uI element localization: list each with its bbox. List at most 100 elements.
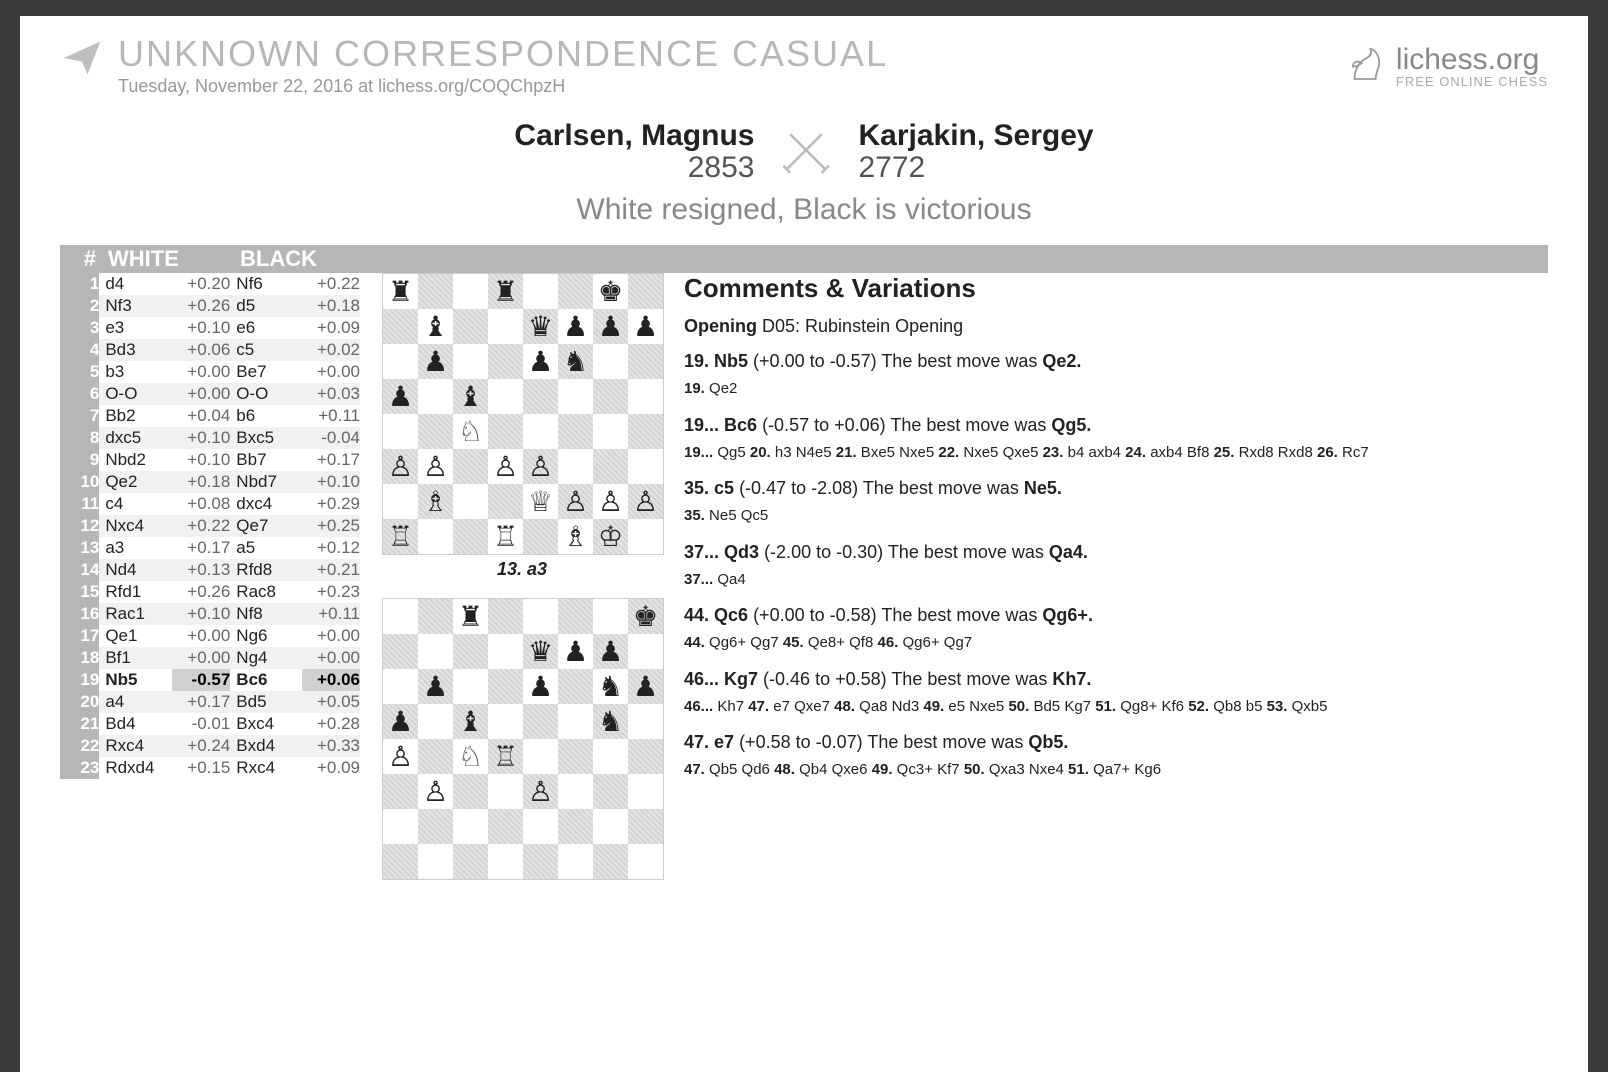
black-move[interactable]: Ng4 [230,647,301,669]
board-square [488,309,523,344]
comment-variation: 19... Qg5 20. h3 N4e5 21. Bxe5 Nxe5 22. … [684,442,1548,465]
move-row: 18Bf1+0.00Ng4+0.00 [60,647,360,669]
black-move[interactable]: Bxd4 [230,735,301,757]
black-move[interactable]: O-O [230,383,301,405]
white-eval: +0.26 [172,581,230,603]
white-move[interactable]: d4 [99,273,172,295]
black-move[interactable]: Nf6 [230,273,301,295]
black-move[interactable]: Bd5 [230,691,301,713]
white-move[interactable]: Nf3 [99,295,172,317]
board-square: ♜ [383,274,418,309]
board-square: ♙ [418,449,453,484]
black-move[interactable]: d5 [230,295,301,317]
black-move[interactable]: Bb7 [230,449,301,471]
comment-item: 35. c5 (-0.47 to -2.08) The best move wa… [684,478,1548,528]
black-move[interactable]: Nf8 [230,603,301,625]
black-move[interactable]: Bxc4 [230,713,301,735]
move-number: 18 [60,647,99,669]
board-square [628,274,663,309]
white-move[interactable]: Bd4 [99,713,172,735]
black-move[interactable]: c5 [230,339,301,361]
black-move[interactable]: Be7 [230,361,301,383]
board-square [593,344,628,379]
white-move[interactable]: Rdxd4 [99,757,172,779]
comment-move: 44. Qc6 [684,605,748,625]
white-move[interactable]: e3 [99,317,172,339]
move-number: 10 [60,471,99,493]
move-row: 14Nd4+0.13Rfd8+0.21 [60,559,360,581]
white-eval: -0.57 [172,669,230,691]
move-number: 19 [60,669,99,691]
board-square [488,379,523,414]
board-square: ♝ [418,309,453,344]
black-move[interactable]: Ng6 [230,625,301,647]
black-move[interactable]: Rfd8 [230,559,301,581]
comment-best-move: Qe2. [1042,351,1081,371]
board-square [558,844,593,879]
board-square: ♚ [628,599,663,634]
white-eval: +0.20 [172,273,230,295]
white-move[interactable]: Bd3 [99,339,172,361]
move-number: 12 [60,515,99,537]
comment-best-move: Qg6+. [1042,605,1093,625]
board-square [558,809,593,844]
white-move[interactable]: a3 [99,537,172,559]
board-square [628,704,663,739]
move-number: 22 [60,735,99,757]
white-move[interactable]: c4 [99,493,172,515]
board-square [593,774,628,809]
white-move[interactable]: Rfd1 [99,581,172,603]
board-square [383,344,418,379]
white-move[interactable]: O-O [99,383,172,405]
white-move[interactable]: dxc5 [99,427,172,449]
col-black-header: BLACK [238,246,370,272]
board-square [383,634,418,669]
board-square [488,414,523,449]
white-move[interactable]: Bf1 [99,647,172,669]
white-move[interactable]: a4 [99,691,172,713]
white-move[interactable]: Nbd2 [99,449,172,471]
white-move[interactable]: b3 [99,361,172,383]
black-move[interactable]: dxc4 [230,493,301,515]
comments-panel: Comments & Variations Opening D05: Rubin… [684,273,1548,880]
black-move[interactable]: Qe7 [230,515,301,537]
board-square [453,774,488,809]
black-move[interactable]: Rxc4 [230,757,301,779]
board-square: ♟ [558,634,593,669]
white-move[interactable]: Rac1 [99,603,172,625]
move-row: 19Nb5-0.57Bc6+0.06 [60,669,360,691]
white-move[interactable]: Rxc4 [99,735,172,757]
white-move[interactable]: Nd4 [99,559,172,581]
board-square: ♛ [523,634,558,669]
board-square [523,599,558,634]
black-eval: +0.05 [302,691,360,713]
move-row: 1d4+0.20Nf6+0.22 [60,273,360,295]
white-move[interactable]: Bb2 [99,405,172,427]
board-square [488,484,523,519]
board-square: ♜ [488,274,523,309]
board-square: ♚ [593,274,628,309]
black-move[interactable]: Nbd7 [230,471,301,493]
move-row: 8dxc5+0.10Bxc5-0.04 [60,427,360,449]
white-move[interactable]: Nxc4 [99,515,172,537]
black-move[interactable]: e6 [230,317,301,339]
black-move[interactable]: Bc6 [230,669,301,691]
black-move[interactable]: Rac8 [230,581,301,603]
lichess-knight-icon [1344,42,1388,91]
board-square: ♗ [558,519,593,554]
black-move[interactable]: b6 [230,405,301,427]
white-move[interactable]: Qe1 [99,625,172,647]
white-move[interactable]: Qe2 [99,471,172,493]
black-move[interactable]: Bxc5 [230,427,301,449]
black-move[interactable]: a5 [230,537,301,559]
board-square [488,634,523,669]
white-player-rating: 2853 [688,151,755,185]
board-square: ♕ [523,484,558,519]
white-move[interactable]: Nb5 [99,669,172,691]
board-square [383,809,418,844]
board-square [383,309,418,344]
comment-best-move: Kh7. [1052,669,1091,689]
board-square [453,309,488,344]
comment-item: 19... Bc6 (-0.57 to +0.06) The best move… [684,415,1548,465]
board-square [488,704,523,739]
